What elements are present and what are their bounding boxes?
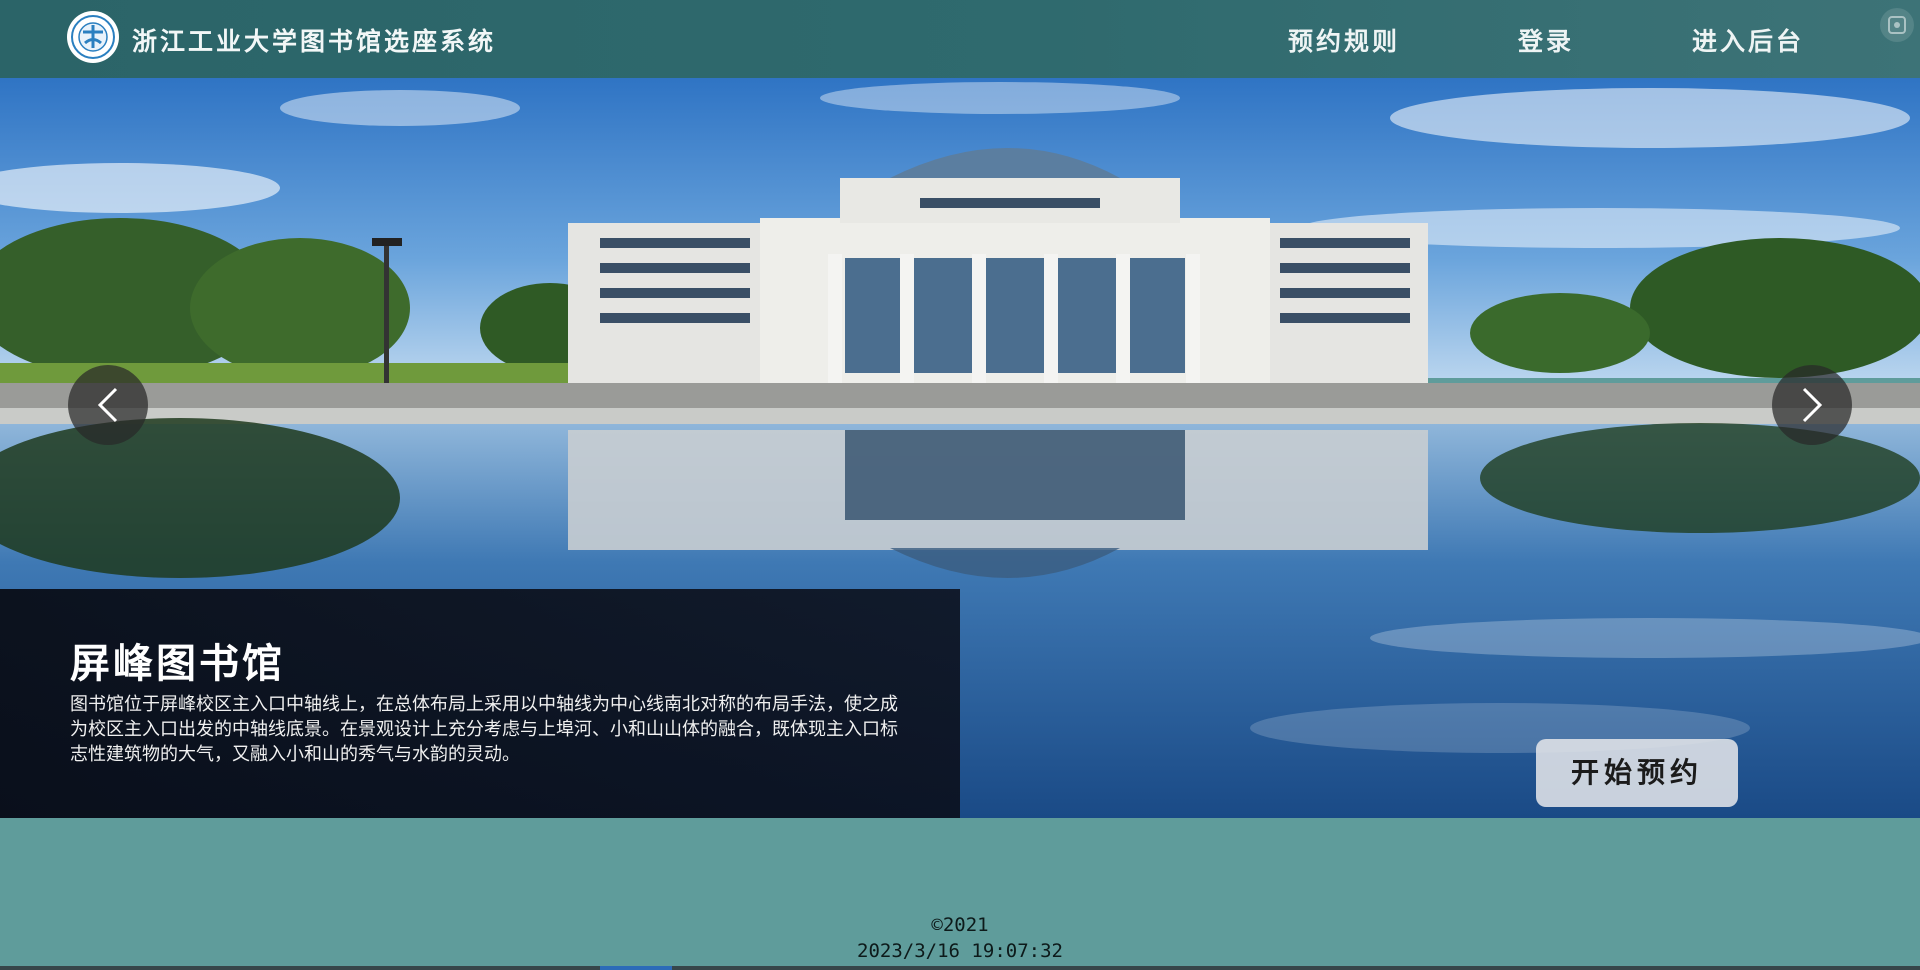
nav-admin-panel[interactable]: 进入后台	[1692, 22, 1804, 58]
carousel-next-button[interactable]	[1772, 365, 1852, 445]
nav-login[interactable]: 登录	[1518, 22, 1574, 58]
library-name: 屏峰图书馆	[70, 640, 285, 687]
chevron-right-icon	[1802, 387, 1823, 423]
library-description: 图书馆位于屏峰校区主入口中轴线上，在总体布局上采用以中轴线为中心线南北对称的布局…	[70, 694, 898, 765]
site-title: 浙江工业大学图书馆选座系统	[132, 27, 497, 56]
carousel-caption: 屏峰图书馆 图书馆位于屏峰校区主入口中轴线上，在总体布局上采用以中轴线为中心线南…	[0, 589, 960, 818]
carousel-prev-button[interactable]	[68, 365, 148, 445]
chevron-left-icon	[97, 387, 118, 423]
university-seal-icon[interactable]	[66, 10, 120, 64]
top-navbar: 浙江工业大学图书馆选座系统 预约规则 登录 进入后台	[0, 0, 1920, 78]
current-datetime: 2023/3/16 19:07:32	[857, 940, 1063, 962]
copyright-text: ©2021	[931, 914, 989, 936]
page-footer: ©2021 2023/3/16 19:07:32	[0, 912, 1920, 964]
bottom-divider	[0, 966, 1920, 970]
start-reservation-button[interactable]: 开始预约	[1536, 739, 1738, 807]
screenshot-icon[interactable]	[1880, 8, 1914, 42]
nav-reservation-rules[interactable]: 预约规则	[1288, 22, 1400, 58]
bottom-accent-bar	[600, 966, 672, 970]
